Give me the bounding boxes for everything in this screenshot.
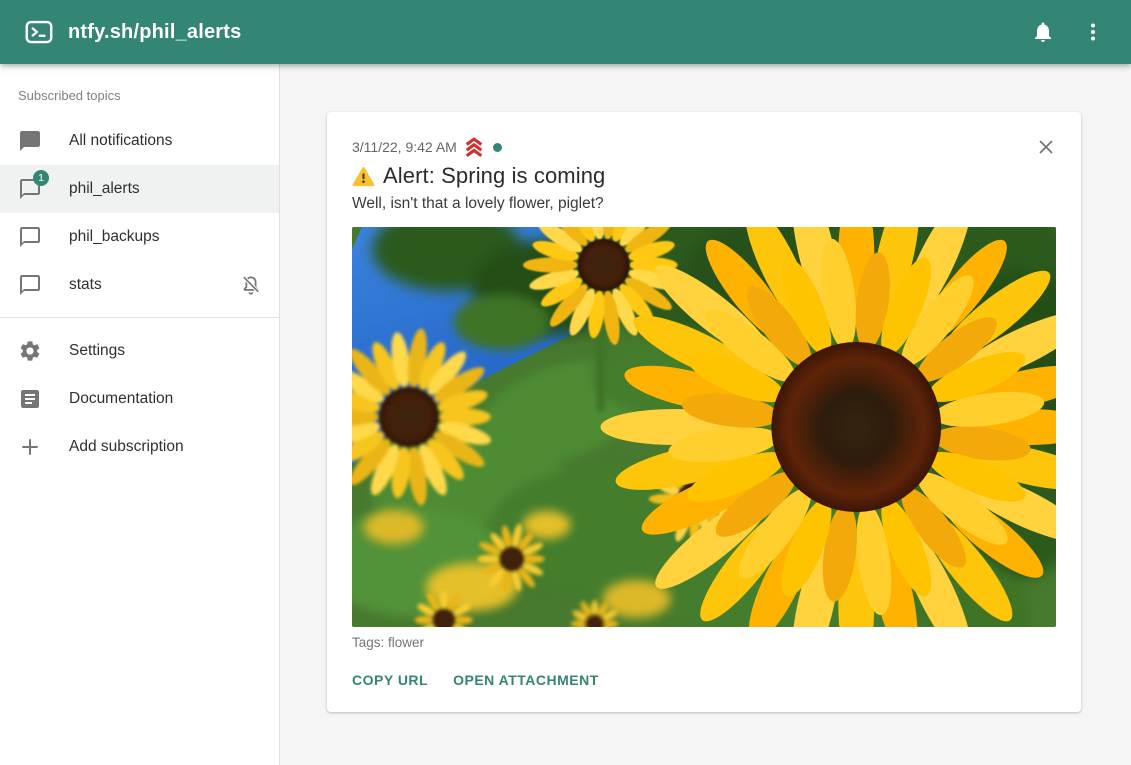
subscribed-topics-label: Subscribed topics bbox=[0, 88, 279, 117]
gear-icon bbox=[18, 339, 42, 363]
sidebar-divider bbox=[0, 317, 279, 318]
notifications-muted-icon bbox=[239, 273, 263, 297]
copy-url-button[interactable]: COPY URL bbox=[352, 664, 428, 696]
overflow-menu-button[interactable] bbox=[1071, 10, 1115, 54]
kebab-menu-icon bbox=[1081, 20, 1105, 44]
open-attachment-button[interactable]: OPEN ATTACHMENT bbox=[453, 664, 599, 696]
notification-title: Alert: Spring is coming bbox=[383, 163, 605, 189]
sidebar: Subscribed topics All notifications 1 ph… bbox=[0, 64, 280, 765]
sidebar-item-documentation[interactable]: Documentation bbox=[0, 375, 279, 423]
sidebar-item-add-subscription[interactable]: Add subscription bbox=[0, 423, 279, 471]
unread-count-badge: 1 bbox=[33, 170, 49, 186]
close-notification-button[interactable] bbox=[1030, 131, 1062, 163]
sidebar-item-settings[interactable]: Settings bbox=[0, 327, 279, 375]
app-title: ntfy.sh/phil_alerts bbox=[68, 21, 241, 44]
attachment-image[interactable] bbox=[352, 227, 1056, 627]
sidebar-item-phil-alerts[interactable]: 1 phil_alerts bbox=[0, 165, 279, 213]
chat-bubble-filled-icon bbox=[18, 129, 42, 153]
chat-bubble-outline-icon bbox=[18, 273, 42, 297]
chat-bubble-outline-icon: 1 bbox=[18, 177, 42, 201]
sidebar-item-stats[interactable]: stats bbox=[0, 261, 279, 309]
tags-label: Tags: flower bbox=[352, 635, 1056, 650]
sidebar-item-all-notifications[interactable]: All notifications bbox=[0, 117, 279, 165]
warning-triangle-icon bbox=[352, 165, 375, 188]
unread-dot bbox=[493, 143, 502, 152]
notification-title-row: Alert: Spring is coming bbox=[352, 163, 1056, 189]
priority-high-icon bbox=[463, 136, 485, 158]
main-content: 3/11/22, 9:42 AM bbox=[281, 64, 1131, 765]
sidebar-item-phil-backups[interactable]: phil_backups bbox=[0, 213, 279, 261]
notification-body: Well, isn't that a lovely flower, piglet… bbox=[352, 195, 1056, 213]
chat-bubble-outline-icon bbox=[18, 225, 42, 249]
notification-timestamp: 3/11/22, 9:42 AM bbox=[352, 139, 457, 155]
notifications-bell-button[interactable] bbox=[1021, 10, 1065, 54]
close-icon bbox=[1035, 136, 1057, 158]
article-icon bbox=[18, 387, 42, 411]
plus-icon bbox=[18, 435, 42, 459]
ntfy-terminal-logo-icon bbox=[24, 17, 54, 47]
bell-icon bbox=[1031, 20, 1055, 44]
app-bar: ntfy.sh/phil_alerts bbox=[0, 0, 1131, 64]
notification-card: 3/11/22, 9:42 AM bbox=[327, 112, 1081, 712]
